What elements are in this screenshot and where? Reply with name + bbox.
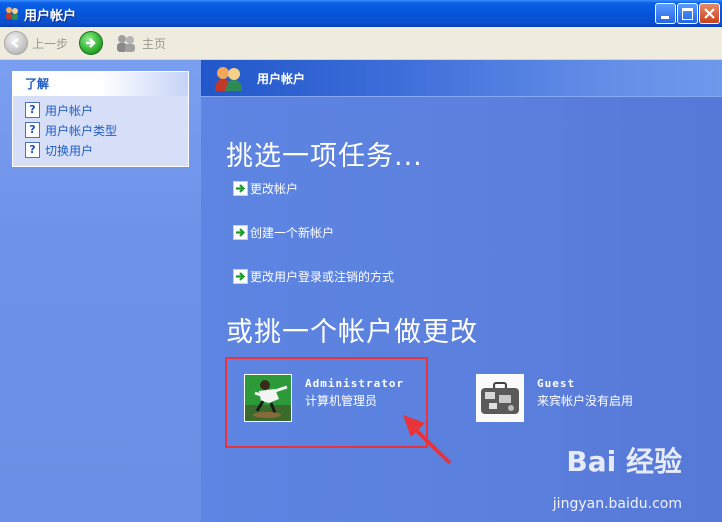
- learn-link-user-accounts[interactable]: ? 用户帐户: [25, 100, 188, 120]
- user-accounts-icon: [6, 7, 18, 20]
- watermark-url: jingyan.baidu.com: [552, 496, 682, 512]
- account-description: 来宾帐户没有启用: [537, 394, 634, 408]
- learn-link-switch-users[interactable]: ? 切换用户: [25, 140, 188, 160]
- green-arrow-icon: [233, 225, 248, 240]
- account-guest[interactable]: Guest 来宾帐户没有启用: [476, 374, 633, 422]
- learn-link-label: 用户帐户类型: [45, 123, 118, 138]
- main-header-title: 用户帐户: [257, 72, 306, 86]
- learn-header: 了解: [13, 72, 188, 96]
- close-button[interactable]: [699, 3, 720, 24]
- task-create-account[interactable]: 创建一个新帐户: [233, 224, 334, 241]
- main-header: 用户帐户: [201, 60, 722, 97]
- account-name: Guest: [537, 377, 576, 390]
- green-arrow-icon: [233, 181, 248, 196]
- home-label: 主页: [142, 36, 167, 51]
- learn-link-account-types[interactable]: ? 用户帐户类型: [25, 120, 188, 140]
- task-label: 创建一个新帐户: [250, 226, 335, 240]
- account-administrator[interactable]: Administrator 计算机管理员: [244, 374, 404, 422]
- task-change-logon[interactable]: 更改用户登录或注销的方式: [233, 268, 394, 285]
- close-icon: [704, 8, 715, 19]
- account-description: 计算机管理员: [305, 394, 378, 408]
- briefcase-picture: [476, 374, 524, 422]
- left-pane: 了解 ? 用户帐户 ? 用户帐户类型 ? 切换用户: [0, 60, 201, 522]
- maximize-button[interactable]: [677, 3, 698, 24]
- back-button[interactable]: 上一步: [4, 31, 68, 55]
- task-label: 更改帐户: [250, 182, 299, 196]
- home-button[interactable]: 主页: [114, 31, 166, 55]
- back-arrow-icon: [4, 31, 28, 55]
- task-change-account[interactable]: 更改帐户: [233, 180, 298, 197]
- pick-task-heading: 挑选一项任务...: [226, 141, 423, 172]
- help-icon: ?: [25, 102, 40, 118]
- learn-link-label: 用户帐户: [45, 103, 94, 118]
- window-title: 用户帐户: [24, 9, 77, 24]
- watermark-logo: Bai 经验: [566, 445, 682, 478]
- task-label: 更改用户登录或注销的方式: [250, 270, 395, 284]
- green-arrow-icon: [233, 269, 248, 284]
- forward-button[interactable]: [79, 31, 103, 55]
- user-accounts-icon: [215, 67, 242, 91]
- home-users-icon: [117, 35, 135, 52]
- help-icon: ?: [25, 142, 40, 158]
- learn-link-label: 切换用户: [45, 143, 94, 158]
- account-name: Administrator: [305, 377, 405, 390]
- forward-arrow-icon: [79, 31, 103, 55]
- annotation-arrow-icon: [403, 415, 452, 465]
- learn-about-box: 了解 ? 用户帐户 ? 用户帐户类型 ? 切换用户: [12, 71, 189, 167]
- title-bar: 用户帐户: [0, 0, 722, 27]
- skateboarder-picture: [244, 374, 292, 422]
- help-icon: ?: [25, 122, 40, 138]
- pick-account-heading: 或挑一个帐户做更改: [226, 317, 478, 348]
- learn-links: ? 用户帐户 ? 用户帐户类型 ? 切换用户: [13, 96, 188, 160]
- back-label: 上一步: [32, 36, 69, 51]
- minimize-button[interactable]: [655, 3, 676, 24]
- toolbar: 上一步 主页: [0, 27, 722, 60]
